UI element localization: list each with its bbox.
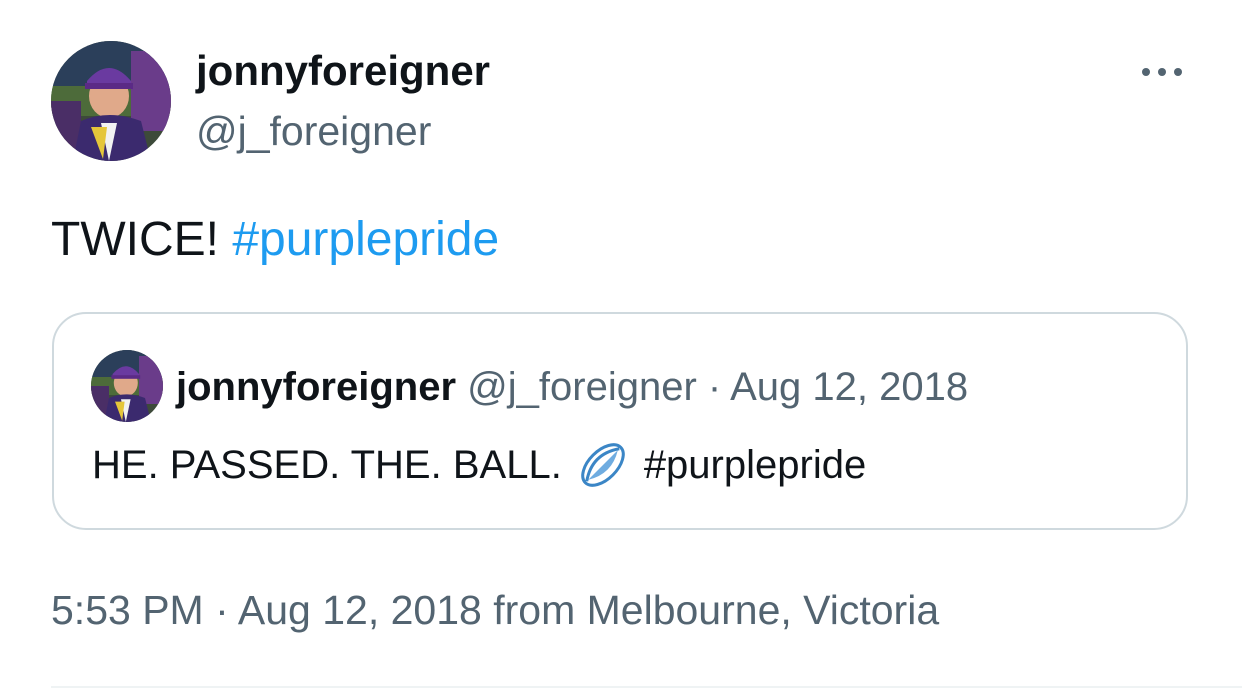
tweet: jonnyforeigner @j_foreigner TWICE! #purp… (0, 0, 1242, 690)
divider (51, 686, 1242, 688)
avatar[interactable] (51, 41, 171, 161)
timestamp-time[interactable]: 5:53 PM (51, 587, 204, 633)
quoted-avatar (91, 350, 163, 422)
quoted-header: jonnyforeigner @j_foreigner · Aug 12, 20… (176, 360, 968, 414)
quoted-separator: · (696, 365, 731, 409)
quoted-tweet-text: HE. PASSED. THE. BALL. #purplepride (92, 438, 866, 492)
tweet-text: TWICE! #purplepride (51, 210, 499, 270)
quoted-date[interactable]: Aug 12, 2018 (730, 365, 968, 409)
tweet-body: TWICE! (51, 213, 219, 266)
tweet-timestamp: 5:53 PM · Aug 12, 2018 from Melbourne, V… (51, 580, 939, 640)
author-handle[interactable]: @j_foreigner (196, 106, 431, 156)
more-dot (1142, 68, 1150, 76)
quoted-avatar-photo (91, 350, 163, 422)
timestamp-source: from Melbourne, Victoria (493, 587, 940, 633)
quoted-display-name[interactable]: jonnyforeigner (176, 365, 456, 409)
more-dot (1174, 68, 1182, 76)
avatar-photo (51, 41, 171, 161)
more-dot (1158, 68, 1166, 76)
quoted-tweet-card[interactable]: jonnyforeigner @j_foreigner · Aug 12, 20… (52, 312, 1188, 530)
more-options-icon[interactable] (1132, 52, 1192, 92)
rugby-ball-icon (576, 438, 630, 492)
hashtag-link[interactable]: #purplepride (232, 213, 499, 266)
quoted-body: HE. PASSED. THE. BALL. (92, 443, 562, 487)
author-display-name[interactable]: jonnyforeigner (196, 46, 490, 96)
timestamp-date[interactable]: Aug 12, 2018 (238, 587, 482, 633)
quoted-hashtag: #purplepride (643, 443, 867, 487)
timestamp-separator: · (203, 587, 238, 633)
quoted-handle: @j_foreigner (467, 365, 697, 409)
